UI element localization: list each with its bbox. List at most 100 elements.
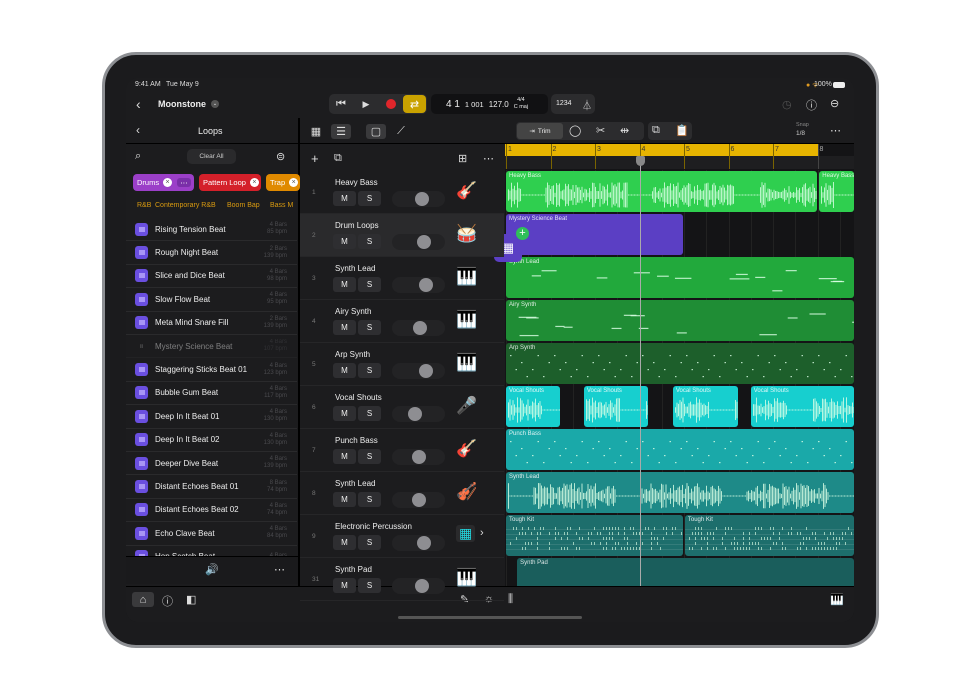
region[interactable]: Heavy Bass (819, 171, 854, 212)
region[interactable]: Synth Lead (506, 472, 854, 513)
instrument-icon[interactable]: 🎤 (456, 396, 477, 416)
volume-slider[interactable] (392, 492, 445, 508)
volume-knob[interactable] (415, 192, 430, 206)
automation-icon[interactable]: ⟋ (392, 124, 410, 139)
copy-icon[interactable]: ⧉ (652, 124, 660, 137)
track-header[interactable]: 4 Airy Synth M S 🎹 (300, 300, 504, 343)
solo-button[interactable]: S (358, 320, 381, 335)
solo-button[interactable]: S (358, 191, 381, 206)
volume-slider[interactable] (392, 277, 445, 293)
loop-item[interactable]: Staggering Sticks Beat 01 4 Bars 123 bpm (126, 358, 297, 382)
solo-button[interactable]: S (358, 492, 381, 507)
search-icon[interactable]: ⌕ (135, 150, 141, 163)
ruler-background[interactable] (505, 156, 854, 169)
filter-chip[interactable]: Pattern Loop × (199, 174, 261, 191)
lcd-display[interactable]: 4 1 1 001 127.0 4/4 C maj (431, 94, 548, 114)
instrument-icon[interactable]: 🎹 (456, 310, 477, 330)
loop-list[interactable]: Rising Tension Beat 4 Bars 85 bpm Rough Nig… (126, 218, 298, 556)
loop-item[interactable]: Deeper Dive Beat 4 Bars 139 bpm (126, 452, 297, 476)
track-header[interactable]: 6 Vocal Shouts M S 🎤 (300, 386, 504, 429)
solo-button[interactable]: S (358, 449, 381, 464)
volume-slider[interactable] (392, 320, 445, 336)
sidebar-icon[interactable]: ◧ (186, 593, 196, 606)
region[interactable]: Tough Kit (506, 515, 683, 556)
region-view-icon[interactable]: ▢ (366, 124, 386, 139)
preview-volume-icon[interactable]: 🔊 (205, 563, 219, 576)
loop-item[interactable]: Distant Echoes Beat 02 4 Bars 74 bpm (126, 499, 297, 523)
solo-button[interactable]: S (358, 277, 381, 292)
solo-button[interactable]: S (358, 363, 381, 378)
close-browser-chevron-icon[interactable]: ‹ (136, 123, 140, 137)
project-title[interactable]: Moonstone (158, 99, 206, 109)
track-header[interactable]: 5 Arp Synth M S 🎹 (300, 343, 504, 386)
mute-button[interactable]: M (333, 277, 356, 292)
remove-filter-icon[interactable]: × (289, 178, 299, 187)
filter-icon[interactable]: ⊜ (276, 150, 285, 163)
region[interactable]: Airy Synth (506, 300, 854, 341)
solo-button[interactable]: S (358, 234, 381, 249)
loop-item[interactable]: Meta Mind Snare Fill 2 Bars 139 bpm (126, 312, 297, 335)
loop-item[interactable]: Rising Tension Beat 4 Bars 85 bpm (126, 218, 297, 242)
track-header[interactable]: 8 Synth Lead M S 🎻 (300, 472, 504, 515)
play-icon[interactable]: ▶ (358, 96, 374, 112)
instrument-icon[interactable]: 🥁 (456, 224, 477, 244)
help-icon[interactable]: ⓘ (806, 97, 817, 113)
volume-knob[interactable] (419, 364, 434, 378)
count-in-button[interactable]: 1234 (556, 100, 572, 107)
genre-tag[interactable]: Boom Bap (227, 202, 260, 209)
loop-item[interactable]: Deep In It Beat 01 4 Bars 130 bpm (126, 405, 297, 429)
import-icon[interactable]: ⊞ (458, 152, 467, 165)
volume-slider[interactable] (392, 535, 445, 551)
filter-chip[interactable]: Trap × (266, 174, 300, 191)
volume-knob[interactable] (411, 493, 426, 507)
mute-button[interactable]: M (333, 234, 356, 249)
volume-knob[interactable] (417, 235, 432, 249)
volume-slider[interactable] (392, 406, 445, 422)
mute-button[interactable]: M (333, 191, 356, 206)
undo-history-icon[interactable]: ◷ (782, 98, 792, 111)
region[interactable]: Mystery Science Beat (506, 214, 683, 255)
loop-item[interactable]: Bubble Gum Beat 4 Bars 117 bpm (126, 382, 297, 406)
track-header[interactable]: 3 Synth Lead M S 🎹 (300, 257, 504, 300)
genre-tag[interactable]: R&B (137, 202, 151, 209)
more-icon[interactable]: ⋯ (830, 124, 841, 137)
add-track-icon[interactable]: + (311, 151, 319, 166)
volume-slider[interactable] (392, 449, 445, 465)
loop-item[interactable]: Rough Night Beat 2 Bars 139 bpm (126, 241, 297, 265)
remove-filter-icon[interactable]: × (249, 178, 259, 187)
instrument-icon[interactable]: 🎸 (456, 181, 477, 201)
volume-knob[interactable] (417, 536, 432, 550)
filter-more-icon[interactable]: ⋯ (177, 178, 191, 187)
tracks-area[interactable]: 1 2 3 4 5 6 7 8 Heavy Bass Heavy Bass Mystery Scie… (505, 144, 854, 586)
track-header[interactable]: 31 Synth Pad M S 🎹 (300, 558, 504, 601)
volume-slider[interactable] (392, 363, 445, 379)
track-options-more-icon[interactable]: ⋯ (483, 152, 494, 165)
mute-button[interactable]: M (333, 535, 356, 550)
paste-icon[interactable]: 📋 (675, 124, 689, 137)
volume-knob[interactable] (407, 407, 422, 421)
volume-knob[interactable] (413, 321, 428, 335)
volume-slider[interactable] (392, 234, 445, 250)
mute-button[interactable]: M (333, 406, 356, 421)
loop-item[interactable]: Slow Flow Beat 4 Bars 95 bpm (126, 288, 297, 312)
mute-button[interactable]: M (333, 492, 356, 507)
region[interactable]: Vocal Shouts (750, 386, 854, 427)
loop-item[interactable]: Slice and Dice Beat 4 Bars 98 bpm (126, 265, 297, 289)
remove-filter-icon[interactable]: × (163, 178, 173, 187)
cycle-button[interactable]: ⇄ (403, 95, 426, 113)
genre-tag[interactable]: Bass M (270, 202, 293, 209)
loop-tool-icon[interactable]: ◯ (569, 124, 581, 137)
project-menu-chevron-icon[interactable]: ⌄ (211, 100, 219, 108)
playhead-line[interactable] (639, 156, 641, 586)
track-header[interactable]: 2 Drum Loops M S 🥁 (300, 214, 504, 257)
instrument-icon[interactable]: ▦ (456, 525, 476, 542)
region[interactable]: Arp Synth (506, 343, 854, 384)
region[interactable]: Punch Bass (506, 429, 854, 470)
expand-chevron-icon[interactable]: › (480, 527, 484, 539)
mute-button[interactable]: M (333, 363, 356, 378)
loop-item[interactable]: ⏸ Mystery Science Beat 4 Bars 107 bpm (126, 335, 297, 359)
tracks-view-icon[interactable]: ☰ (331, 124, 351, 139)
live-loops-grid-icon[interactable]: ▦ (307, 124, 325, 139)
mixer-icon[interactable]: ⫼ (508, 593, 513, 606)
instrument-icon[interactable]: 🎸 (456, 439, 477, 459)
